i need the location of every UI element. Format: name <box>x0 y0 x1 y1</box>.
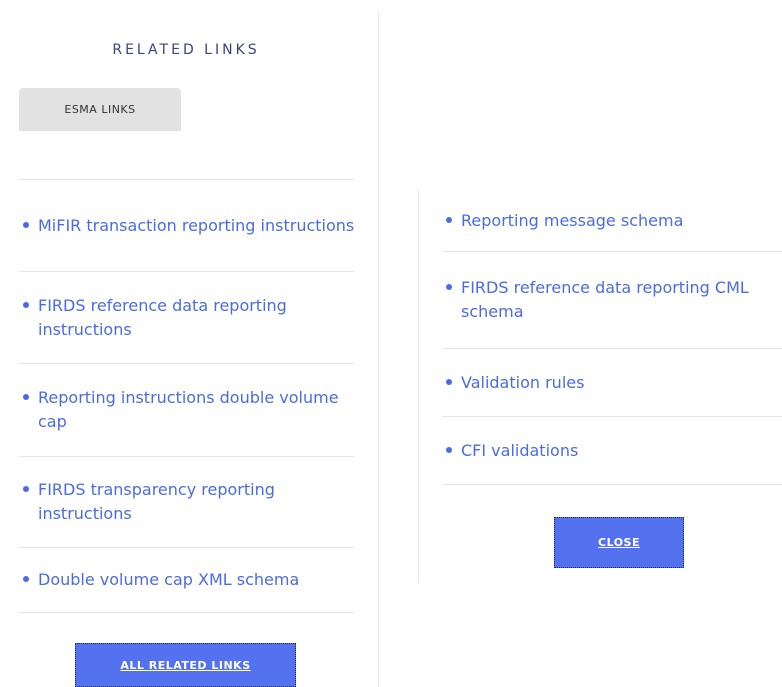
list-item: CFI validations <box>442 417 782 485</box>
bullet-icon <box>23 301 29 308</box>
link-cfi-validations[interactable]: CFI validations <box>461 439 578 463</box>
link-firds-reference-data-instructions[interactable]: FIRDS reference data reporting instructi… <box>38 294 355 342</box>
list-item: FIRDS reference data reporting CML schem… <box>442 252 782 349</box>
bullet-icon <box>446 216 452 223</box>
list-item: MiFIR transaction reporting instructions <box>19 180 355 272</box>
list-item: Validation rules <box>442 349 782 417</box>
related-links-page: RELATED LINKS ESMA LINKS MiFIR transacti… <box>0 0 782 687</box>
link-firds-reference-data-cml-schema[interactable]: FIRDS reference data reporting CML schem… <box>461 276 782 324</box>
list-item: FIRDS transparency reporting instruction… <box>19 457 355 548</box>
link-validation-rules[interactable]: Validation rules <box>461 371 584 395</box>
bullet-icon <box>446 378 452 385</box>
link-double-volume-cap-xml-schema[interactable]: Double volume cap XML schema <box>38 568 299 592</box>
list-item: FIRDS reference data reporting instructi… <box>19 272 355 364</box>
link-mifir-transaction-reporting[interactable]: MiFIR transaction reporting instructions <box>38 214 354 238</box>
related-links-heading: RELATED LINKS <box>112 42 260 58</box>
bullet-icon <box>446 446 452 453</box>
list-item: Reporting instructions double volume cap <box>19 364 355 457</box>
bullet-icon <box>23 486 29 492</box>
tab-esma-links[interactable]: ESMA LINKS <box>19 88 181 131</box>
link-firds-transparency-instructions[interactable]: FIRDS transparency reporting instruction… <box>38 478 355 526</box>
close-button[interactable]: CLOSE <box>554 517 684 568</box>
bullet-icon <box>446 284 452 290</box>
column-divider <box>378 10 379 687</box>
bullet-icon <box>23 394 29 400</box>
right-panel-divider <box>418 190 419 583</box>
left-links-list: MiFIR transaction reporting instructions… <box>19 179 355 613</box>
list-item: Double volume cap XML schema <box>19 548 355 613</box>
all-related-links-button[interactable]: ALL RELATED LINKS <box>75 643 296 687</box>
bullet-icon <box>23 576 29 582</box>
bullet-icon <box>23 221 29 228</box>
list-item: Reporting message schema <box>442 190 782 252</box>
link-double-volume-cap-instructions[interactable]: Reporting instructions double volume cap <box>38 386 355 434</box>
link-reporting-message-schema[interactable]: Reporting message schema <box>461 209 683 233</box>
right-links-list: Reporting message schema FIRDS reference… <box>442 190 782 485</box>
